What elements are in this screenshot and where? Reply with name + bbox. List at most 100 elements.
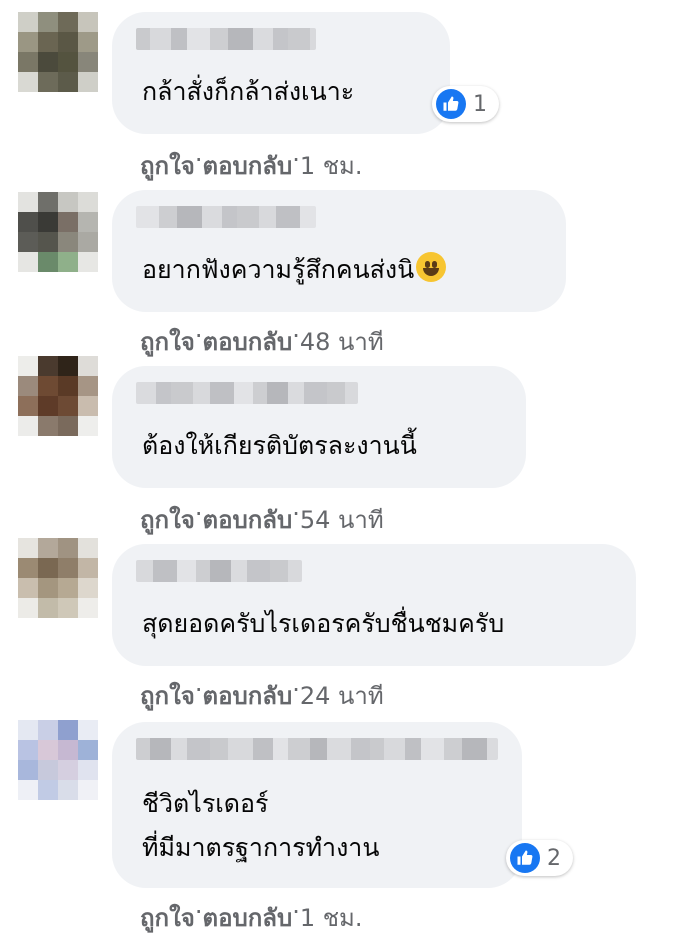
commenter-name-blurred[interactable]	[136, 560, 302, 582]
commenter-name-blurred[interactable]	[136, 738, 498, 760]
avatar[interactable]	[18, 192, 98, 272]
avatar-pixel	[18, 32, 38, 52]
avatar-pixel	[78, 72, 98, 92]
reply-link[interactable]: ตอบกลับ	[202, 500, 292, 539]
name-blur-block	[150, 738, 171, 760]
reply-link[interactable]: ตอบกลับ	[202, 146, 292, 185]
avatar-pixel	[58, 396, 78, 416]
avatar[interactable]	[18, 720, 98, 800]
reply-link[interactable]: ตอบกลับ	[202, 676, 292, 715]
avatar-pixel	[78, 558, 98, 578]
avatar-pixel	[78, 578, 98, 598]
comment-timestamp[interactable]: 48 นาที	[300, 322, 384, 361]
like-link[interactable]: ถูกใจ	[140, 898, 195, 937]
comment-timestamp[interactable]: 1 ชม.	[300, 146, 363, 185]
reaction-count: 1	[473, 91, 487, 117]
comment-text: ต้องให้เกียรติบัตรละงานนี้	[142, 431, 417, 460]
name-blur-block	[253, 382, 267, 404]
avatar-pixel	[18, 558, 38, 578]
reply-link[interactable]: ตอบกลับ	[202, 322, 292, 361]
commenter-name-blurred[interactable]	[136, 382, 358, 404]
reaction-badge[interactable]: 2	[506, 840, 573, 876]
avatar-pixel	[58, 720, 78, 740]
avatar-pixel	[18, 416, 38, 436]
avatar-pixel	[18, 760, 38, 780]
avatar-pixel	[38, 12, 58, 32]
avatar[interactable]	[18, 356, 98, 436]
name-blur-block	[267, 382, 288, 404]
avatar-pixel	[58, 12, 78, 32]
avatar-pixel	[58, 740, 78, 760]
name-blur-block	[231, 560, 247, 582]
avatar-pixel	[78, 232, 98, 252]
name-blur-block	[288, 28, 310, 50]
separator: ·	[292, 898, 300, 926]
avatar-pixel	[58, 52, 78, 72]
reaction-badge[interactable]: 1	[432, 86, 499, 122]
name-blur-block	[310, 28, 316, 50]
name-blur-block	[345, 382, 358, 404]
avatar-pixel	[38, 252, 58, 272]
name-blur-block	[171, 738, 187, 760]
comment-timestamp[interactable]: 24 นาที	[300, 676, 384, 715]
avatar-pixel	[18, 72, 38, 92]
avatar[interactable]	[18, 538, 98, 618]
name-blur-block	[462, 738, 487, 760]
name-blur-block	[193, 382, 210, 404]
avatar-pixel	[18, 780, 38, 800]
name-blur-block	[136, 382, 156, 404]
comment-text: อยากฟังความรู้สึกคนส่งนิ	[142, 248, 447, 292]
avatar-pixel	[78, 396, 98, 416]
name-blur-block	[136, 206, 159, 228]
avatar-pixel	[58, 760, 78, 780]
name-blur-block	[487, 738, 498, 760]
like-link[interactable]: ถูกใจ	[140, 146, 195, 185]
name-blur-block	[421, 738, 444, 760]
name-blur-block	[210, 738, 228, 760]
avatar-pixel	[58, 578, 78, 598]
avatar-pixel	[78, 740, 98, 760]
name-blur-block	[187, 738, 210, 760]
name-blur-block	[156, 382, 171, 404]
avatar-pixel	[38, 416, 58, 436]
avatar-pixel	[38, 760, 58, 780]
avatar-pixel	[18, 356, 38, 376]
avatar-pixel	[18, 598, 38, 618]
avatar-pixel	[38, 356, 58, 376]
avatar-pixel	[58, 780, 78, 800]
name-blur-block	[405, 738, 421, 760]
name-blur-block	[273, 738, 288, 760]
comment-bubble: ต้องให้เกียรติบัตรละงานนี้	[112, 366, 526, 488]
commenter-name-blurred[interactable]	[136, 206, 316, 228]
name-blur-block	[177, 560, 196, 582]
like-link[interactable]: ถูกใจ	[140, 500, 195, 539]
avatar-pixel	[38, 740, 58, 760]
separator: ·	[194, 898, 203, 926]
name-blur-block	[273, 28, 288, 50]
separator: ·	[194, 500, 203, 528]
name-blur-block	[304, 382, 327, 404]
avatar-pixel	[38, 578, 58, 598]
like-link[interactable]: ถูกใจ	[140, 322, 195, 361]
avatar-pixel	[78, 376, 98, 396]
separator: ·	[292, 500, 300, 528]
avatar-pixel	[58, 72, 78, 92]
name-blur-block	[259, 206, 276, 228]
avatar-pixel	[78, 760, 98, 780]
comment-timestamp[interactable]: 54 นาที	[300, 500, 384, 539]
separator: ·	[194, 322, 203, 350]
name-blur-block	[384, 738, 405, 760]
reply-link[interactable]: ตอบกลับ	[202, 898, 292, 937]
name-blur-block	[210, 382, 234, 404]
commenter-name-blurred[interactable]	[136, 28, 316, 50]
comment-text: กล้าสั่งก็กล้าส่งเนาะ	[142, 77, 355, 106]
comment-timestamp[interactable]: 1 ชม.	[300, 898, 363, 937]
like-reaction-icon	[510, 843, 540, 873]
avatar-pixel	[38, 32, 58, 52]
name-blur-block	[136, 28, 150, 50]
name-blur-block	[177, 206, 202, 228]
name-blur-block	[310, 738, 327, 760]
avatar[interactable]	[18, 12, 98, 92]
like-link[interactable]: ถูกใจ	[140, 676, 195, 715]
separator: ·	[194, 676, 203, 704]
